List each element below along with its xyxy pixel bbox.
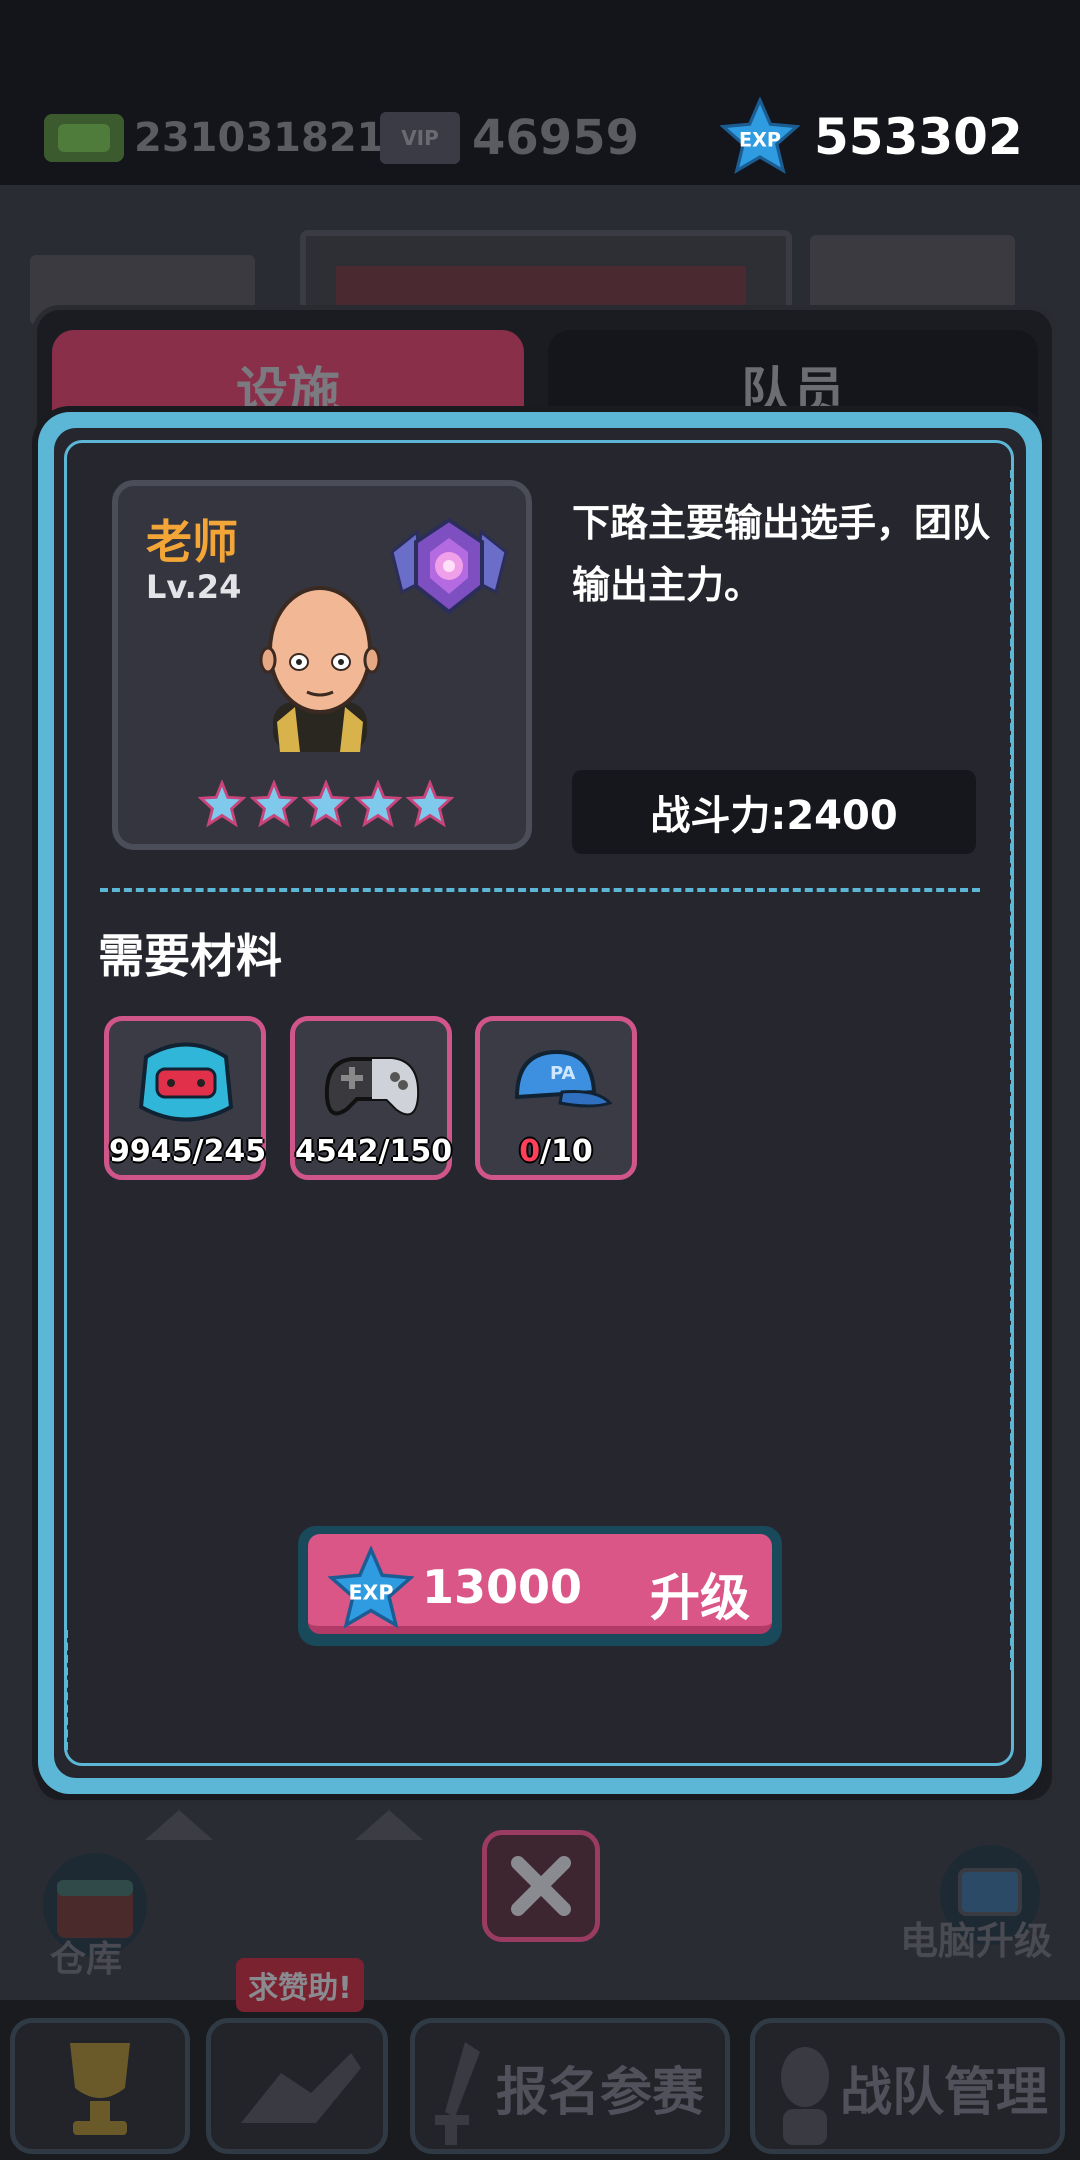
star-icon [250,780,298,828]
upgrade-cost: 13000 [422,1560,583,1614]
star-rating [198,780,454,828]
dialog-dash-decor [1010,470,1014,1670]
exp-counter: EXP 553302 [720,94,1023,180]
gamepad-icon [324,1057,420,1116]
close-icon [511,1856,571,1916]
steering-wheel-controller-icon [138,1042,234,1122]
svg-text:EXP: EXP [739,129,781,152]
sword-icon [435,2042,480,2145]
cash-counter: 231031821 [44,108,385,168]
help-tag: 求赞助! [236,1958,364,2012]
arrow-up-icon [355,1810,423,1840]
star-icon [354,780,402,828]
nav-team-label[interactable]: 战队管理 [840,2050,1048,2125]
close-button[interactable] [482,1830,600,1942]
arrow-up-icon [145,1810,213,1840]
character-level: Lv.24 [146,568,242,606]
svg-text:PA: PA [550,1063,576,1084]
exp-value: 553302 [814,108,1023,166]
vip-counter: VIP 46959 [380,108,639,168]
upgrade-label: 升级 [650,1569,750,1627]
nav-signup-label[interactable]: 报名参赛 [496,2050,704,2125]
material-slot-cap[interactable]: PA 0/10 [475,1016,637,1180]
exp-star-icon: EXP [328,1546,414,1629]
rank-badge-icon [390,517,508,615]
svg-text:EXP: EXP [348,1580,393,1604]
exp-star-icon: EXP [720,97,800,174]
pc-upgrade-label[interactable]: 电脑升级 [900,1910,1052,1965]
star-icon [302,780,350,828]
nav-help-button[interactable] [206,2018,388,2154]
team-avatar-icon [781,2047,829,2145]
section-divider [100,888,980,892]
handshake-icon [241,2053,361,2123]
star-icon [198,780,246,828]
character-description: 下路主要输出选手，团队输出主力。 [572,501,991,607]
material-count: 0/10 [519,1134,593,1169]
star-icon [406,780,454,828]
cap-icon: PA [514,1049,612,1108]
character-name: 老师 [146,515,238,569]
vip-value: 46959 [472,110,639,166]
trophy-icon [70,2043,130,2135]
combat-power-value: 战斗力:2400 [650,793,898,839]
cash-icon [44,114,124,162]
materials-title: 需要材料 [98,929,282,983]
material-slot-steering-wheel[interactable]: 9945/245 [104,1016,266,1180]
material-slot-gamepad[interactable]: 4542/150 [290,1016,452,1180]
character-avatar [259,586,381,752]
cash-value: 231031821 [134,115,385,161]
warehouse-label[interactable]: 仓库 [50,1930,122,1982]
dialog-dash-decor [64,1630,68,1750]
combat-power: 战斗力:2400 [572,770,976,854]
nav-trophy-button[interactable] [10,2018,190,2154]
vip-ticket-icon: VIP [380,112,460,164]
material-count: 9945/245 [109,1134,267,1169]
material-count: 4542/150 [295,1134,453,1169]
